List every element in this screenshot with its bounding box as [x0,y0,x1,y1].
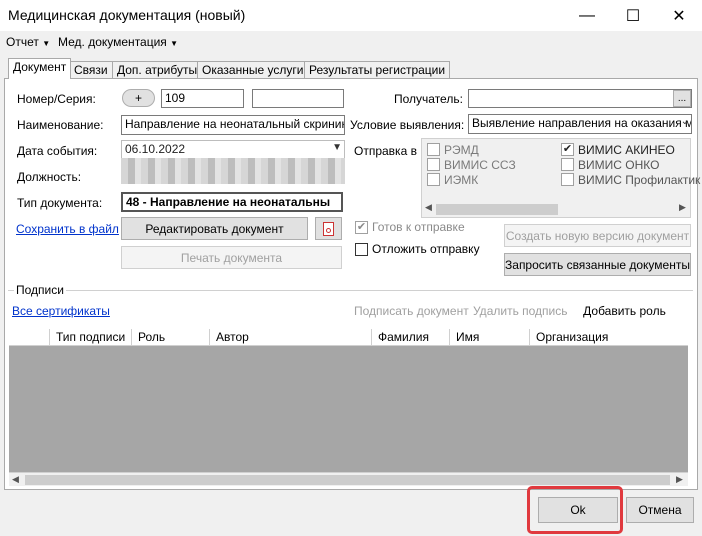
title-bar: Медицинская документация (новый) — ☐ ✕ [0,0,702,31]
signatures-grid-body[interactable] [9,346,688,472]
tab-registration-results[interactable]: Результаты регистрации [304,61,451,78]
condition-select[interactable]: Выявление направления на оказания м ⌄ [468,114,692,134]
print-document-button[interactable]: Печать документа [121,246,342,269]
ok-button[interactable]: Ok [538,497,618,523]
chevron-down-icon: ▼ [42,39,51,48]
col-author[interactable]: Автор [209,329,371,346]
chevron-down-icon: ⌄ [680,116,689,127]
window-title: Медицинская документация (новый) [8,7,246,23]
col-signature-type[interactable]: Тип подписи [49,329,131,346]
col-organization[interactable]: Организация [529,329,688,346]
checkbox-icon [355,242,368,256]
postpone-send-checkbox[interactable]: Отложить отправку [355,242,480,256]
send-options-right: ✔ ВИМИС АКИНЕО ВИМИС ОНКО ВИМИС Профилакт… [561,142,700,187]
close-icon[interactable]: ✕ [656,0,702,31]
menu-med-docs[interactable]: Мед. документация ▼ [58,35,178,49]
send-option-iemk[interactable]: ИЭМК [427,172,516,187]
ready-to-send-checkbox[interactable]: ✔ Готов к отправке [355,220,465,234]
add-number-button[interactable]: + [122,89,155,107]
event-date-label: Дата события: [17,144,98,158]
redacted-area [121,158,345,184]
send-option-vimis-akineo[interactable]: ✔ ВИМИС АКИНЕО [561,142,700,157]
recipient-label: Получатель: [394,92,463,106]
maximize-icon[interactable]: ☐ [610,0,656,31]
send-option-vimis-prof[interactable]: ВИМИС Профилактик [561,172,700,187]
tab-services[interactable]: Оказанные услуги [197,61,309,78]
pdf-icon [323,221,334,236]
checkbox-icon [561,173,574,186]
delete-signature-button[interactable]: Удалить подпись [473,304,568,318]
create-version-button[interactable]: Создать новую версию документ [504,224,691,247]
doc-type-label: Тип документа: [17,196,103,210]
edit-document-button[interactable]: Редактировать документ [121,217,308,240]
check-icon: ✔ [355,220,368,234]
scroll-right-icon[interactable]: ▶ [679,202,686,213]
scroll-left-icon[interactable]: ◀ [12,474,19,485]
col-role[interactable]: Роль [131,329,209,346]
chevron-down-icon: ▼ [170,39,179,48]
send-option-remd[interactable]: РЭМД [427,142,516,157]
tab-extra-attributes[interactable]: Доп. атрибуты [112,61,203,78]
checkbox-icon [427,173,440,186]
signatures-grid-header: Тип подписи Роль Автор Фамилия Имя Орган… [9,329,688,346]
signatures-grid-scrollbar[interactable]: ◀ ▶ [9,472,688,486]
signatures-label: Подписи [14,283,66,297]
menu-bar: Отчет ▼ Мед. документация ▼ [0,31,702,53]
save-to-file-link[interactable]: Сохранить в файл [16,222,119,236]
position-label: Должность: [17,170,82,184]
pdf-icon-button[interactable] [315,217,342,240]
send-option-vimis-onko[interactable]: ВИМИС ОНКО [561,157,700,172]
request-related-button[interactable]: Запросить связанные документы [504,253,691,276]
name-label: Наименование: [17,118,104,132]
number-input[interactable]: 109 [161,89,244,108]
minimize-icon[interactable]: — [564,0,610,31]
name-input[interactable]: Направление на неонатальный скрининг [121,115,345,135]
cancel-button[interactable]: Отмена [626,497,694,523]
scroll-thumb[interactable] [436,204,558,215]
checkbox-icon [561,158,574,171]
all-certificates-link[interactable]: Все сертификаты [12,304,110,318]
doc-type-field[interactable]: 48 - Направление на неонатальны [121,192,343,212]
send-targets-scrollbar[interactable]: ◀ ▶ [422,202,690,217]
col-last-name[interactable]: Фамилия [371,329,449,346]
checkbox-icon [427,143,440,156]
recipient-input[interactable] [468,89,692,108]
series-input[interactable] [252,89,344,108]
scroll-right-icon[interactable]: ▶ [676,474,683,485]
chevron-down-icon: ▼ [332,142,342,153]
event-date-input[interactable]: 06.10.2022 ▼ [121,140,345,160]
recipient-browse-button[interactable]: ... [673,90,691,107]
send-option-vimis-ssz[interactable]: ВИМИС ССЗ [427,157,516,172]
condition-label: Условие выявления: [350,118,465,132]
send-label: Отправка в [354,144,417,158]
tab-links[interactable]: Связи [69,61,113,78]
checkbox-icon [427,158,440,171]
number-label: Номер/Серия: [17,92,96,106]
scroll-left-icon[interactable]: ◀ [425,202,432,213]
send-options-left: РЭМД ВИМИС ССЗ ИЭМК [427,142,516,187]
sign-document-button[interactable]: Подписать документ [354,304,469,318]
check-icon: ✔ [561,143,574,156]
tab-document[interactable]: Документ [8,58,72,79]
col-first-name[interactable]: Имя [449,329,529,346]
add-role-button[interactable]: Добавить роль [570,299,679,322]
scroll-thumb[interactable] [25,475,670,485]
menu-report[interactable]: Отчет ▼ [6,35,50,49]
